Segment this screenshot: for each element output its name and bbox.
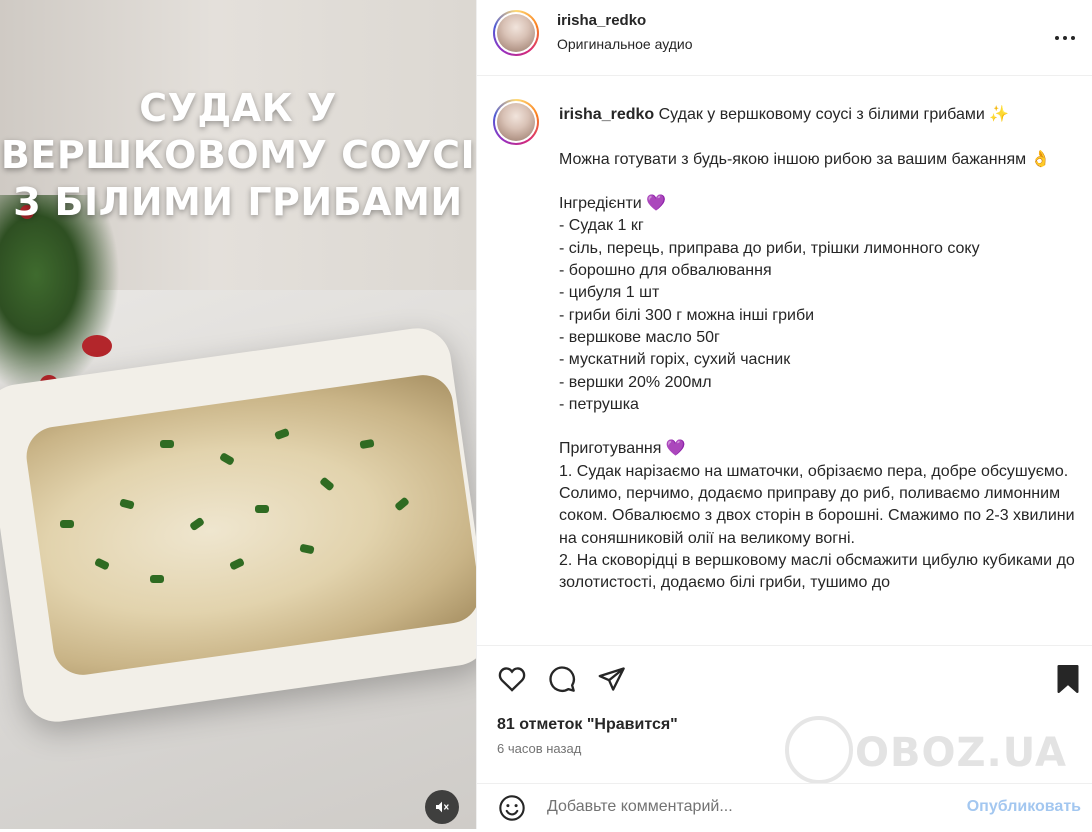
media-overlay-title: СУДАК У ВЕРШКОВОМУ СОУСІ З БІЛИМИ ГРИБАМ… <box>0 86 476 224</box>
audio-label[interactable]: Оригинальное аудио <box>557 36 693 52</box>
post-header: irisha_redko Оригинальное аудио <box>477 0 1092 76</box>
comment-input[interactable]: Добавьте комментарий... <box>547 798 733 816</box>
emoji-icon[interactable] <box>497 793 527 823</box>
publish-button[interactable]: Опубликовать <box>967 798 1081 816</box>
post-media[interactable]: СУДАК У ВЕРШКОВОМУ СОУСІ З БІЛИМИ ГРИБАМ… <box>0 0 476 829</box>
herb-decor <box>255 505 269 513</box>
watermark-logo <box>785 716 853 784</box>
action-bar: 81 отметок "Нравится" 6 часов назад OBOZ… <box>477 645 1092 831</box>
caption-avatar[interactable] <box>493 99 539 145</box>
share-icon[interactable] <box>597 664 627 694</box>
herb-decor <box>160 440 174 448</box>
berry-decor <box>82 335 112 357</box>
caption-username[interactable]: irisha_redko <box>559 106 654 123</box>
herb-decor <box>150 575 164 583</box>
watermark: OBOZ.UA <box>855 730 1067 776</box>
post-caption: irisha_redko Судак у вершковому соусі з … <box>559 104 1077 644</box>
avatar[interactable] <box>493 10 539 56</box>
header-username[interactable]: irisha_redko <box>557 12 646 29</box>
speaker-muted-icon[interactable] <box>425 790 459 824</box>
post-panel: irisha_redko Оригинальное аудио irisha_r… <box>476 0 1092 829</box>
bookmark-icon[interactable] <box>1053 664 1083 694</box>
herb-decor <box>60 520 74 528</box>
more-horizontal-icon[interactable] <box>1053 26 1077 50</box>
heart-icon[interactable] <box>497 664 527 694</box>
likes-count[interactable]: 81 отметок "Нравится" <box>497 716 678 734</box>
comment-row: Добавьте комментарий... Опубликовать <box>477 783 1092 832</box>
caption-text: Судак у вершковому соусі з білими грибам… <box>559 106 1075 592</box>
post-time[interactable]: 6 часов назад <box>497 741 581 756</box>
comment-icon[interactable] <box>547 664 577 694</box>
